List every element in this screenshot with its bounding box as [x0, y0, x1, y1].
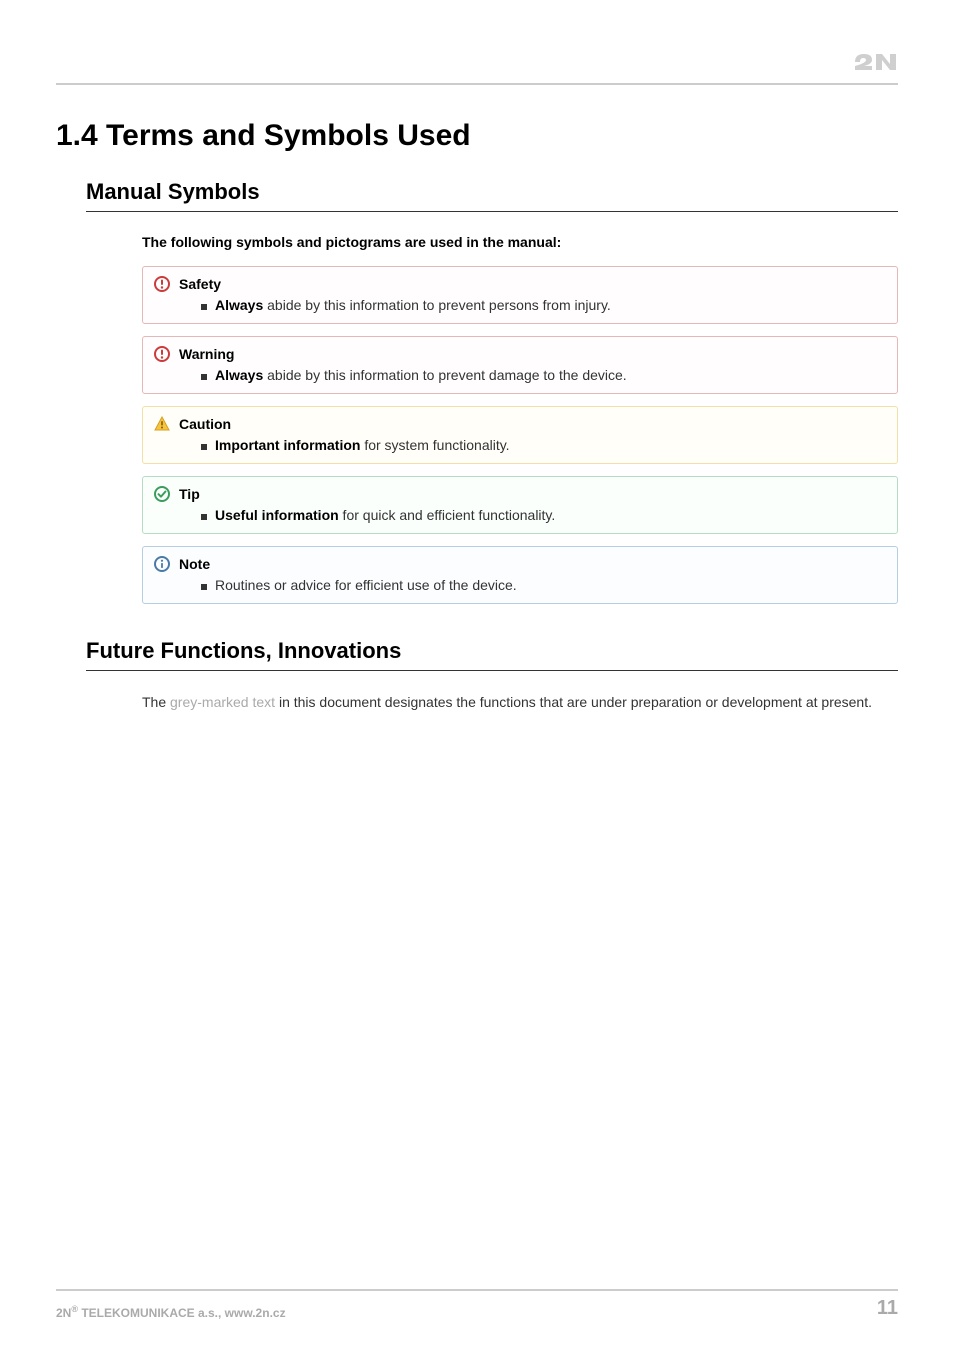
page-footer: 2N® TELEKOMUNIKACE a.s., www.2n.cz 11	[56, 1289, 898, 1320]
callout-note-text: Routines or advice for efficient use of …	[215, 577, 517, 593]
callout-tip-text: Useful information for quick and efficie…	[215, 507, 555, 523]
page-number: 11	[877, 1297, 898, 1320]
future-functions-text: The grey-marked text in this document de…	[142, 693, 898, 712]
callout-caution: Caution Important information for system…	[142, 406, 898, 464]
callout-warning: Warning Always abide by this information…	[142, 336, 898, 394]
callout-note-title: Note	[179, 556, 210, 572]
callout-warning-text: Always abide by this information to prev…	[215, 367, 627, 383]
callout-safety-text: Always abide by this information to prev…	[215, 297, 611, 313]
callout-note: Note Routines or advice for efficient us…	[142, 546, 898, 604]
check-circle-icon	[153, 485, 171, 503]
page-title: 1.4 Terms and Symbols Used	[56, 119, 898, 153]
bullet-icon	[201, 374, 207, 380]
bullet-icon	[201, 304, 207, 310]
bullet-icon	[201, 444, 207, 450]
callout-warning-title: Warning	[179, 346, 234, 362]
warning-triangle-icon	[153, 415, 171, 433]
exclamation-circle-icon	[153, 345, 171, 363]
callout-tip-title: Tip	[179, 486, 200, 502]
callout-safety-title: Safety	[179, 276, 221, 292]
footer-company: 2N® TELEKOMUNIKACE a.s., www.2n.cz	[56, 1304, 286, 1320]
section-manual-symbols-title: Manual Symbols	[86, 179, 898, 212]
callout-tip: Tip Useful information for quick and eff…	[142, 476, 898, 534]
brand-logo-2n	[852, 44, 898, 77]
bullet-icon	[201, 514, 207, 520]
callout-safety: Safety Always abide by this information …	[142, 266, 898, 324]
bullet-icon	[201, 584, 207, 590]
page-header	[56, 44, 898, 85]
callout-caution-text: Important information for system functio…	[215, 437, 510, 453]
exclamation-circle-icon	[153, 275, 171, 293]
section-future-functions-title: Future Functions, Innovations	[86, 638, 898, 671]
callout-caution-title: Caution	[179, 416, 231, 432]
info-circle-icon	[153, 555, 171, 573]
intro-text: The following symbols and pictograms are…	[142, 234, 898, 250]
